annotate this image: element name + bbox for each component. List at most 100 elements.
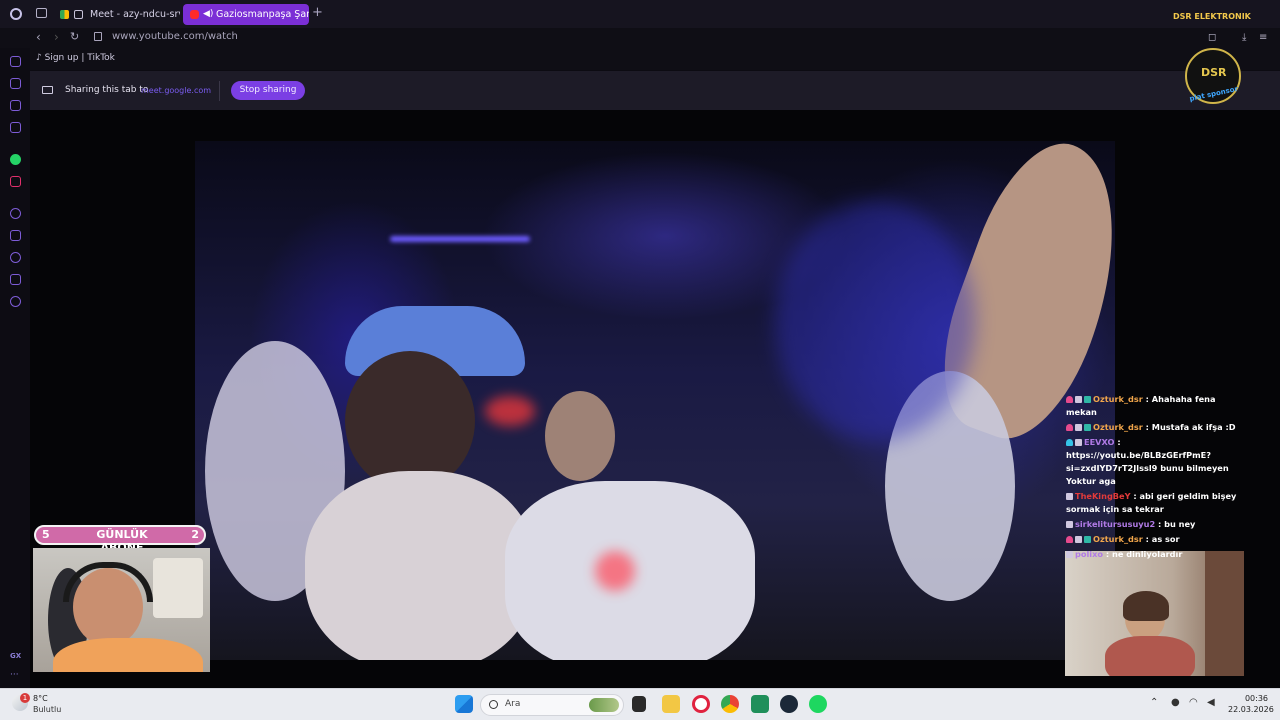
chat-user: polixo [1075,549,1104,559]
badge-sub-icon [1084,536,1091,543]
steam-icon[interactable] [780,695,798,713]
forward-icon[interactable]: › [54,30,59,44]
sidebar-aria-icon[interactable] [10,56,21,67]
app-icon[interactable] [751,695,769,713]
youtube-favicon-icon [190,10,199,19]
streamer-webcam [33,548,210,672]
search-highlight-icon [589,698,619,712]
chat-message: EEVXO : https://youtu.be/BLBzGErfPmE?si=… [1066,436,1246,488]
chat-text: : Mustafa ak ifşa :D [1142,422,1236,432]
chat-message: TheKingBeY : abi geri geldim bişey sorma… [1066,490,1246,516]
file-explorer-icon[interactable] [662,695,680,713]
chat-text: : as sor [1142,534,1180,544]
man-face [545,391,615,481]
url-field[interactable]: www.youtube.com/watch [112,31,238,42]
lock-icon [94,32,102,41]
guest-hair [1123,591,1169,621]
task-view-icon[interactable] [632,696,646,712]
guest-webcam [1065,551,1244,676]
bookmark-tiktok[interactable]: ♪ Sign up | TikTok [36,53,115,63]
volume-icon[interactable]: ◀ [1207,697,1215,708]
red-light [485,396,535,426]
notification-badge: 1 [20,693,30,703]
screen-share-icon [74,10,83,19]
back-icon[interactable]: ‹ [36,30,41,44]
sidebar-discord-icon[interactable] [10,100,21,111]
sidebar-history-icon[interactable] [10,252,21,263]
sidebar: GX ··· [0,48,30,688]
pink-light [595,551,635,591]
chat-user: EEVXO [1084,437,1115,447]
chat-message: Ozturk_dsr : Mustafa ak ifşa :D [1066,421,1246,434]
clock-time[interactable]: 00:36 [1236,694,1268,703]
microphone-icon[interactable]: ● [1171,697,1180,708]
badge-phone-icon [1075,396,1082,403]
badge-heart-icon [1066,536,1073,543]
tray-expand-icon[interactable]: ⌃ [1150,697,1158,708]
windows-taskbar: 1 8°C Bulutlu Ara ⌃ ● ◠ ◀ 00:36 22.03.20… [0,688,1280,720]
tab-label: Meet - azy-ndcu-srv [90,9,180,20]
meet-favicon-icon [60,10,69,19]
guest-shirt [1105,636,1195,676]
weather-temperature[interactable]: 8°C [33,694,48,703]
stop-sharing-button[interactable]: Stop sharing [231,81,305,100]
divider [219,81,220,101]
orange-shirt [53,638,203,672]
chat-message: sirkelitursusuyu2 : bu ney [1066,518,1246,531]
opera-icon[interactable] [692,695,710,713]
chat-user: Ozturk_dsr [1093,394,1143,404]
clock-date[interactable]: 22.03.2026 [1228,705,1274,714]
tab-youtube[interactable]: ◀) Gaziosmanpaşa Şanze [183,4,309,25]
share-text: Sharing this tab to [65,85,149,95]
sidebar-whatsapp-icon[interactable] [10,154,21,165]
video-player[interactable] [195,141,1115,660]
badge-phone-icon [1066,493,1073,500]
chrome-icon[interactable] [721,695,739,713]
reload-icon[interactable]: ↻ [70,30,79,43]
sidebar-instagram-icon[interactable] [10,176,21,187]
tab-meet[interactable]: Meet - azy-ndcu-srv [56,4,180,25]
dsr-title: DSR ELEKTRONIK [1173,12,1251,21]
network-icon[interactable]: ◠ [1189,697,1198,708]
badge-phone-icon [1066,551,1073,558]
chat-message: Ozturk_dsr : as sor [1066,533,1246,546]
more-icon[interactable]: ··· [10,670,19,680]
badge-heart-icon [1066,439,1073,446]
sidebar-player-icon[interactable] [10,208,21,219]
hair [345,351,475,491]
bookmark-label: Sign up | TikTok [44,53,115,63]
abone-left-count: 5 [42,528,50,541]
bookmarks-bar: ♪ Sign up | TikTok [0,48,1280,70]
gx-icon[interactable]: GX [10,652,21,660]
chat-user: TheKingBeY [1075,491,1131,501]
new-tab-button[interactable]: + [312,5,323,20]
chat-user: Ozturk_dsr [1093,534,1143,544]
sidebar-messenger-icon[interactable] [10,122,21,133]
spotify-icon[interactable] [809,695,827,713]
abone-right-count: 2 [191,528,199,541]
speaker-icon[interactable]: ◀) [203,4,213,25]
dsr-mark: DSR [1201,66,1227,79]
screen-share-icon [42,86,53,94]
windows-start-icon[interactable] [455,695,473,713]
chat-message: Ozturk_dsr : Ahahaha fena mekan [1066,393,1246,419]
chat-text: : bu ney [1155,519,1196,529]
tab-switcher-icon[interactable] [36,8,47,18]
opera-logo-icon[interactable] [10,8,22,20]
chat-text: : ne dinliyolardır [1103,549,1183,559]
sidebar-settings-icon[interactable] [10,296,21,307]
sidebar-extensions-icon[interactable] [10,274,21,285]
badge-heart-icon [1066,396,1073,403]
share-target-link[interactable]: meet.google.com [141,86,211,95]
search-icon [489,700,498,709]
sidebar-bookmarks-icon[interactable] [10,230,21,241]
badge-phone-icon [1075,424,1082,431]
taskbar-search[interactable]: Ara [480,694,624,716]
weather-description[interactable]: Bulutlu [33,705,61,714]
tab-bar: Meet - azy-ndcu-srv ◀) Gaziosmanpaşa Şan… [0,0,1280,28]
badge-heart-icon [1066,424,1073,431]
sidebar-shopping-icon[interactable] [10,78,21,89]
badge-phone-icon [1075,536,1082,543]
chat-user: sirkelitursusuyu2 [1075,519,1156,529]
menu-icon[interactable]: ≡ [1259,32,1267,43]
